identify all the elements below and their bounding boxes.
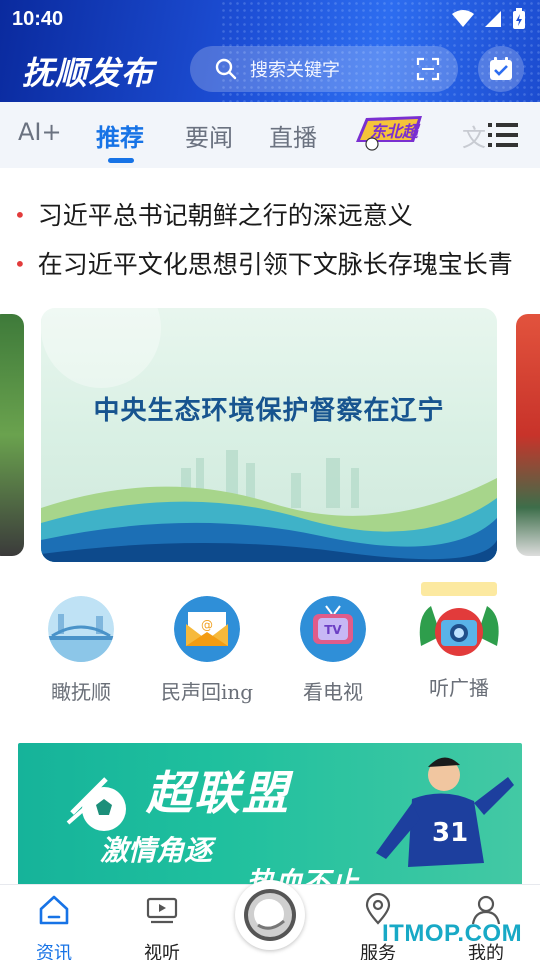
banner-background-art (41, 308, 497, 562)
nav-label: 视听 (144, 943, 180, 960)
status-time: 10:40 (12, 8, 64, 30)
headline-item[interactable]: • 在习近平文化思想引领下文脉长存瑰宝长青 (14, 245, 513, 281)
active-tab-indicator (108, 158, 134, 163)
quick-link-listen-radio[interactable]: 听广播 (404, 576, 514, 701)
tab-partial[interactable]: 文 (462, 118, 486, 153)
app-header: 10:40 抚顺发布 搜索关键字 (0, 0, 540, 102)
headline-item[interactable]: • 习近平总书记朝鲜之行的深远意义 (14, 196, 413, 232)
video-icon (146, 897, 178, 924)
watermark-text: ITMOP.COM (382, 920, 523, 947)
app-logo: 抚顺发布 (22, 54, 155, 92)
bullet-dot: • (14, 252, 26, 276)
search-placeholder: 搜索关键字 (250, 60, 340, 81)
search-icon (215, 58, 237, 80)
menu-list-icon[interactable] (488, 122, 518, 148)
ring-logo-icon (244, 889, 296, 941)
svg-text:31: 31 (432, 818, 468, 848)
tab-recommend[interactable]: 推荐 (96, 118, 144, 153)
promo-line1: 激情角逐 (100, 834, 213, 867)
quick-link-public-voice[interactable]: @ 民声回ing (152, 596, 262, 705)
promo-banner[interactable]: 超联盟 激情角逐 热血不止 31 (18, 743, 522, 903)
carousel-prev-card[interactable] (0, 314, 24, 556)
carousel-next-card[interactable] (516, 314, 540, 556)
carousel-banner[interactable]: 中央生态环境保护督察在辽宁 (41, 308, 497, 562)
status-bar: 10:40 (12, 6, 528, 32)
soccer-player-illustration: 31 (376, 757, 514, 867)
quick-link-label: 听广播 (429, 676, 489, 700)
battery-icon (513, 8, 525, 29)
search-bar[interactable]: 搜索关键字 (190, 46, 458, 92)
center-action-button[interactable] (235, 880, 305, 950)
bridge-icon (48, 596, 114, 662)
headline-text: 在习近平文化思想引领下文脉长存瑰宝长青 (37, 250, 513, 279)
headline-text: 习近平总书记朝鲜之行的深远意义 (37, 201, 413, 230)
nav-media[interactable]: 视听 (122, 893, 202, 960)
signal-icon (485, 11, 501, 27)
tv-icon: TV (300, 596, 366, 662)
home-icon (39, 895, 69, 925)
quick-link-label: 看电视 (303, 680, 363, 704)
scan-icon[interactable] (416, 57, 440, 81)
nav-news[interactable]: 资讯 (14, 893, 94, 960)
tab-live[interactable]: 直播 (269, 118, 317, 153)
checkin-button[interactable] (478, 46, 524, 92)
tab-news[interactable]: 要闻 (185, 118, 233, 153)
tab-ai[interactable]: AI+ (18, 118, 62, 146)
mail-icon: @ (174, 596, 240, 662)
bullet-dot: • (14, 203, 26, 227)
svg-text:@: @ (201, 618, 213, 632)
tab-dongbeichao-logo[interactable]: 东北超 (352, 112, 430, 152)
quick-link-label: 民声回ing (160, 680, 254, 704)
quick-link-watch-tv[interactable]: TV 看电视 (278, 596, 388, 705)
quick-link-label: 瞰抚顺 (51, 680, 111, 704)
calendar-check-icon (490, 57, 512, 80)
svg-text:TV: TV (324, 623, 342, 637)
channel-tabs: AI+ 推荐 要闻 直播 (0, 102, 540, 168)
nav-label: 资讯 (36, 943, 72, 960)
status-icons (452, 8, 526, 30)
quick-link-view-fushun[interactable]: 瞰抚顺 (26, 596, 136, 705)
wifi-icon (452, 10, 474, 27)
banner-title: 中央生态环境保护督察在辽宁 (93, 396, 445, 426)
camera-photo-icon (411, 576, 507, 666)
promo-title: 超联盟 (146, 766, 290, 820)
svg-text:东北超: 东北超 (370, 122, 421, 141)
